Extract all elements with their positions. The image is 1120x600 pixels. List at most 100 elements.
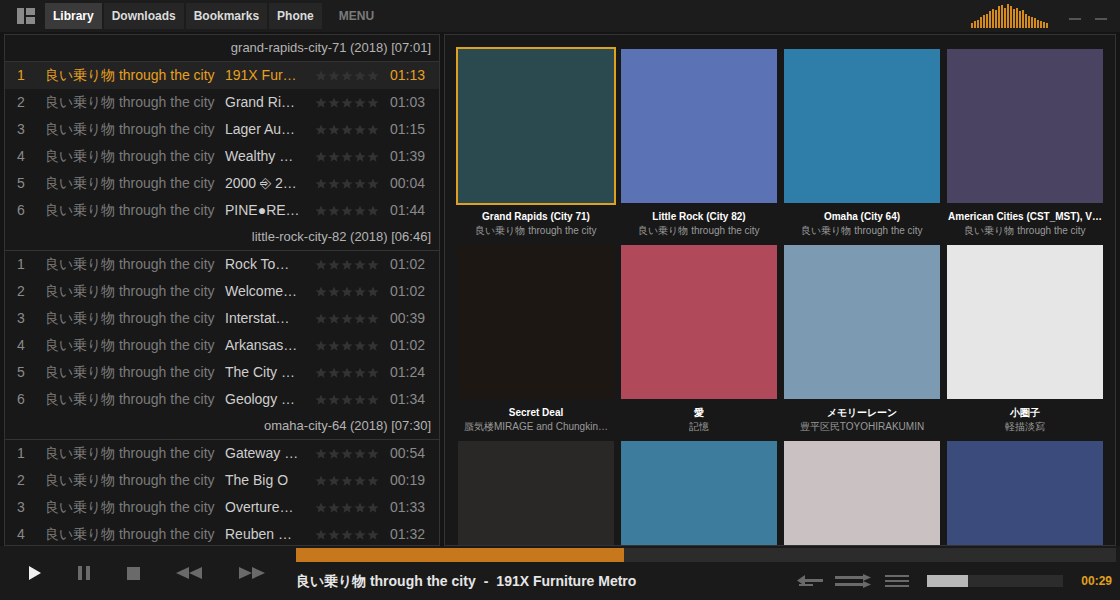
track-row[interactable]: 1良い乗り物 through the cityRock To…01:02 <box>5 251 439 278</box>
stop-icon[interactable] <box>127 567 140 580</box>
pause-icon[interactable] <box>77 565 91 581</box>
album-group-header[interactable]: omaha-city-64 (2018) [07:30] <box>5 413 439 440</box>
spectrum-bar <box>995 10 997 28</box>
rating[interactable] <box>315 97 385 109</box>
rating[interactable] <box>315 313 385 325</box>
album-tile[interactable]: 愛記憶 <box>619 243 779 434</box>
tab[interactable]: Phone <box>269 3 322 29</box>
menu-button[interactable]: MENU <box>339 7 374 25</box>
album-tile[interactable]: Grand Rapids (City 71)良い乗り物 through the … <box>456 47 616 238</box>
track-row[interactable]: 6良い乗り物 through the cityPINE●RE…01:44 <box>5 197 439 224</box>
rating[interactable] <box>315 475 385 487</box>
track-row[interactable]: 2良い乗り物 through the cityWelcome…01:02 <box>5 278 439 305</box>
star-icon-svg <box>315 448 327 460</box>
album-cover-frame[interactable] <box>945 243 1105 401</box>
track-row[interactable]: 3良い乗り物 through the cityOverture…01:33 <box>5 494 439 521</box>
album-cover-frame[interactable] <box>782 439 942 546</box>
album-tile[interactable]: Little Rock (City 82)良い乗り物 through the c… <box>619 47 779 238</box>
track-row[interactable]: 5良い乗り物 through the cityThe City …01:24 <box>5 359 439 386</box>
tab[interactable]: Library <box>45 3 102 29</box>
track-row[interactable]: 4良い乗り物 through the cityWealthy …01:39 <box>5 143 439 170</box>
album-cover-frame[interactable] <box>619 47 779 205</box>
progress-track[interactable] <box>296 548 1116 562</box>
star-icon-svg <box>341 205 353 217</box>
album-tile[interactable] <box>619 439 779 546</box>
star-icon <box>328 502 340 514</box>
track-row[interactable]: 4良い乗り物 through the cityArkansas…01:02 <box>5 332 439 359</box>
album-group-header[interactable]: little-rock-city-82 (2018) [06:46] <box>5 224 439 251</box>
rating[interactable] <box>315 448 385 460</box>
star-icon-svg <box>315 151 327 163</box>
spectrum-bar <box>980 17 982 28</box>
transport-bar: 良い乗り物 through the city-191X Furniture Me… <box>0 546 1120 600</box>
rating[interactable] <box>315 124 385 136</box>
album-group-header[interactable]: grand-rapids-city-71 (2018) [07:01] <box>5 35 439 62</box>
star-icon-svg <box>367 259 379 271</box>
track-row[interactable]: 2良い乗り物 through the cityGrand Ri…01:03 <box>5 89 439 116</box>
album-cover-frame[interactable] <box>945 439 1105 546</box>
star-icon-svg <box>341 124 353 136</box>
album-cover-frame[interactable] <box>619 439 779 546</box>
repeat-icon[interactable] <box>797 574 825 588</box>
previous-icon[interactable] <box>175 566 203 580</box>
track-row[interactable]: 3良い乗り物 through the cityLager Au…01:15 <box>5 116 439 143</box>
next-icon[interactable] <box>238 566 266 580</box>
star-icon <box>315 259 327 271</box>
album-tile[interactable]: Omaha (City 64)良い乗り物 through the city <box>782 47 942 238</box>
track-row[interactable]: 1良い乗り物 through the city191X Fur…01:13 <box>5 62 439 89</box>
album-cover-frame[interactable] <box>619 243 779 401</box>
maximize-icon-svg <box>1094 9 1108 23</box>
star-icon <box>328 97 340 109</box>
track-row[interactable]: 1良い乗り物 through the cityGateway …00:54 <box>5 440 439 467</box>
rating[interactable] <box>315 259 385 271</box>
star-icon-svg <box>328 313 340 325</box>
rating[interactable] <box>315 286 385 298</box>
rating[interactable] <box>315 367 385 379</box>
album-tile[interactable]: メモリーレーン豊平区民TOYOHIRAKUMIN <box>782 243 942 434</box>
shuffle-icon[interactable] <box>835 574 871 588</box>
layout-grid-icon[interactable] <box>17 8 35 24</box>
volume-track[interactable] <box>927 575 1063 587</box>
play-icon[interactable] <box>28 565 42 581</box>
album-tile[interactable] <box>782 439 942 546</box>
track-row[interactable]: 4良い乗り物 through the cityReuben …01:32 <box>5 521 439 546</box>
star-icon-svg <box>354 286 366 298</box>
star-icon-svg <box>315 475 327 487</box>
album-cover <box>458 49 614 203</box>
album-tile[interactable]: American Cities (CST_MST), V…良い乗り物 throu… <box>945 47 1105 238</box>
track-row[interactable]: 5良い乗り物 through the city2000 ⎆ 2…00:04 <box>5 170 439 197</box>
album-cover-frame[interactable] <box>782 243 942 401</box>
album-cover-frame[interactable] <box>456 47 616 205</box>
tab[interactable]: Downloads <box>104 3 184 29</box>
album-tile[interactable]: Secret Deal蜃気楼MIRAGE and Chungkin… <box>456 243 616 434</box>
star-icon-svg <box>315 286 327 298</box>
album-cover-frame[interactable] <box>945 47 1105 205</box>
star-icon <box>328 124 340 136</box>
star-icon <box>354 529 366 541</box>
track-row[interactable]: 2良い乗り物 through the cityThe Big O00:19 <box>5 467 439 494</box>
album-tile[interactable] <box>945 439 1105 546</box>
rating[interactable] <box>315 205 385 217</box>
maximize-icon[interactable] <box>1094 9 1108 23</box>
album-cover-frame[interactable] <box>456 243 616 401</box>
track-row[interactable]: 6良い乗り物 through the cityGeology …01:34 <box>5 386 439 413</box>
star-icon <box>328 367 340 379</box>
album-tile[interactable] <box>456 439 616 546</box>
rating[interactable] <box>315 178 385 190</box>
rating[interactable] <box>315 70 385 82</box>
track-row[interactable]: 3良い乗り物 through the cityInterstat…00:39 <box>5 305 439 332</box>
rating[interactable] <box>315 394 385 406</box>
track-title: Grand Ri… <box>225 92 315 113</box>
rating[interactable] <box>315 340 385 352</box>
rating[interactable] <box>315 151 385 163</box>
rating[interactable] <box>315 502 385 514</box>
album-tile[interactable]: 小圏子軽描淡寫 <box>945 243 1105 434</box>
star-icon <box>328 313 340 325</box>
star-icon <box>341 394 353 406</box>
tab[interactable]: Bookmarks <box>186 3 267 29</box>
album-cover-frame[interactable] <box>456 439 616 546</box>
album-cover-frame[interactable] <box>782 47 942 205</box>
playlist-menu-icon[interactable] <box>885 574 909 588</box>
minimize-icon[interactable] <box>1068 9 1082 23</box>
rating[interactable] <box>315 529 385 541</box>
